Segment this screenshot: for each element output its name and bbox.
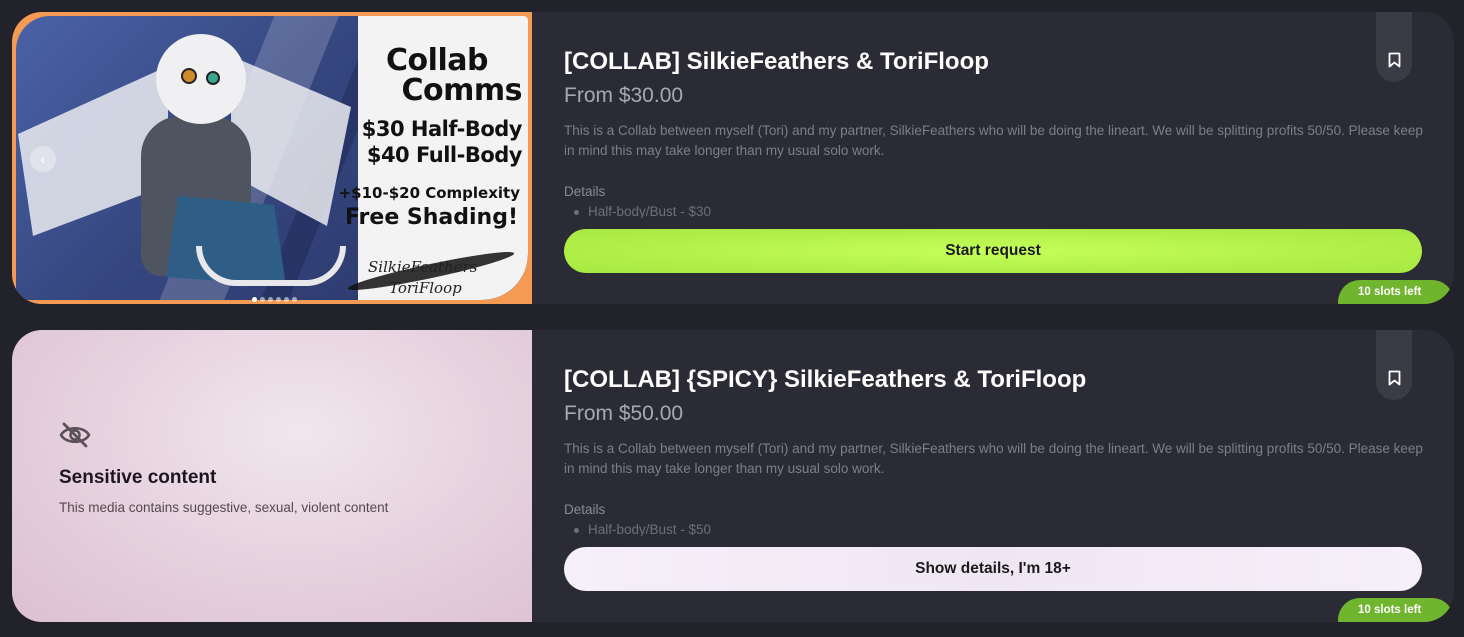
bookmark-button[interactable] — [1376, 330, 1412, 400]
artwork-price-half: $30 Half-Body — [361, 117, 523, 141]
commission-card: Collab Comms $30 Half-Body $40 Full-Body… — [12, 12, 1454, 304]
artwork-shading: Free Shading! — [344, 205, 518, 230]
commission-title[interactable]: [COLLAB] {SPICY} SilkieFeathers & ToriFl… — [564, 366, 1086, 394]
commission-description: This is a Collab between myself (Tori) a… — [564, 441, 1423, 476]
details-item: Half-body/Bust - $30 — [574, 204, 711, 218]
carousel-prev-arrow-icon[interactable]: ‹ — [30, 146, 56, 172]
carousel-dots — [252, 297, 297, 302]
artwork-signature-1: SilkieFeathers — [368, 258, 478, 276]
commission-content: [COLLAB] {SPICY} SilkieFeathers & ToriFl… — [564, 330, 1424, 622]
sensitive-content-subtitle: This media contains suggestive, sexual, … — [59, 500, 389, 515]
artwork-signature-2: ToriFloop — [389, 279, 462, 297]
artwork-title: Collab Comms — [386, 43, 522, 108]
sensitive-content-overlay[interactable]: Sensitive content This media contains su… — [12, 330, 532, 622]
commission-card: Sensitive content This media contains su… — [12, 330, 1454, 622]
carousel-dot[interactable] — [252, 297, 257, 302]
carousel-dot[interactable] — [276, 297, 281, 302]
carousel-dot[interactable] — [260, 297, 265, 302]
carousel-dot[interactable] — [268, 297, 273, 302]
sensitive-content-title: Sensitive content — [59, 467, 217, 488]
eye-off-icon — [59, 422, 91, 448]
bookmark-icon — [1388, 52, 1400, 68]
commission-title[interactable]: [COLLAB] SilkieFeathers & ToriFloop — [564, 48, 989, 76]
bookmark-button[interactable] — [1376, 12, 1412, 82]
details-label: Details — [564, 502, 606, 517]
commission-media[interactable]: Collab Comms $30 Half-Body $40 Full-Body… — [12, 12, 532, 304]
slots-left-badge: 10 slots left — [1338, 598, 1454, 622]
bookmark-icon — [1388, 370, 1400, 386]
details-label: Details — [564, 184, 606, 199]
carousel-dot[interactable] — [292, 297, 297, 302]
commission-price: From $30.00 — [564, 84, 684, 107]
details-item: Half-body/Bust - $50 — [574, 522, 711, 536]
commission-media[interactable]: Sensitive content This media contains su… — [12, 330, 532, 622]
commission-content: [COLLAB] SilkieFeathers & ToriFloop From… — [564, 12, 1424, 304]
show-details-button[interactable]: Show details, I'm 18+ — [564, 547, 1422, 591]
slots-left-badge: 10 slots left — [1338, 280, 1454, 304]
commission-price: From $50.00 — [564, 402, 684, 425]
commission-artwork: Collab Comms $30 Half-Body $40 Full-Body… — [12, 12, 532, 304]
artwork-complexity: +$10-$20 Complexity — [338, 184, 520, 202]
commission-description: This is a Collab between myself (Tori) a… — [564, 123, 1423, 158]
artwork-price-full: $40 Full-Body — [366, 143, 523, 167]
start-request-button[interactable]: Start request — [564, 229, 1422, 273]
carousel-dot[interactable] — [284, 297, 289, 302]
